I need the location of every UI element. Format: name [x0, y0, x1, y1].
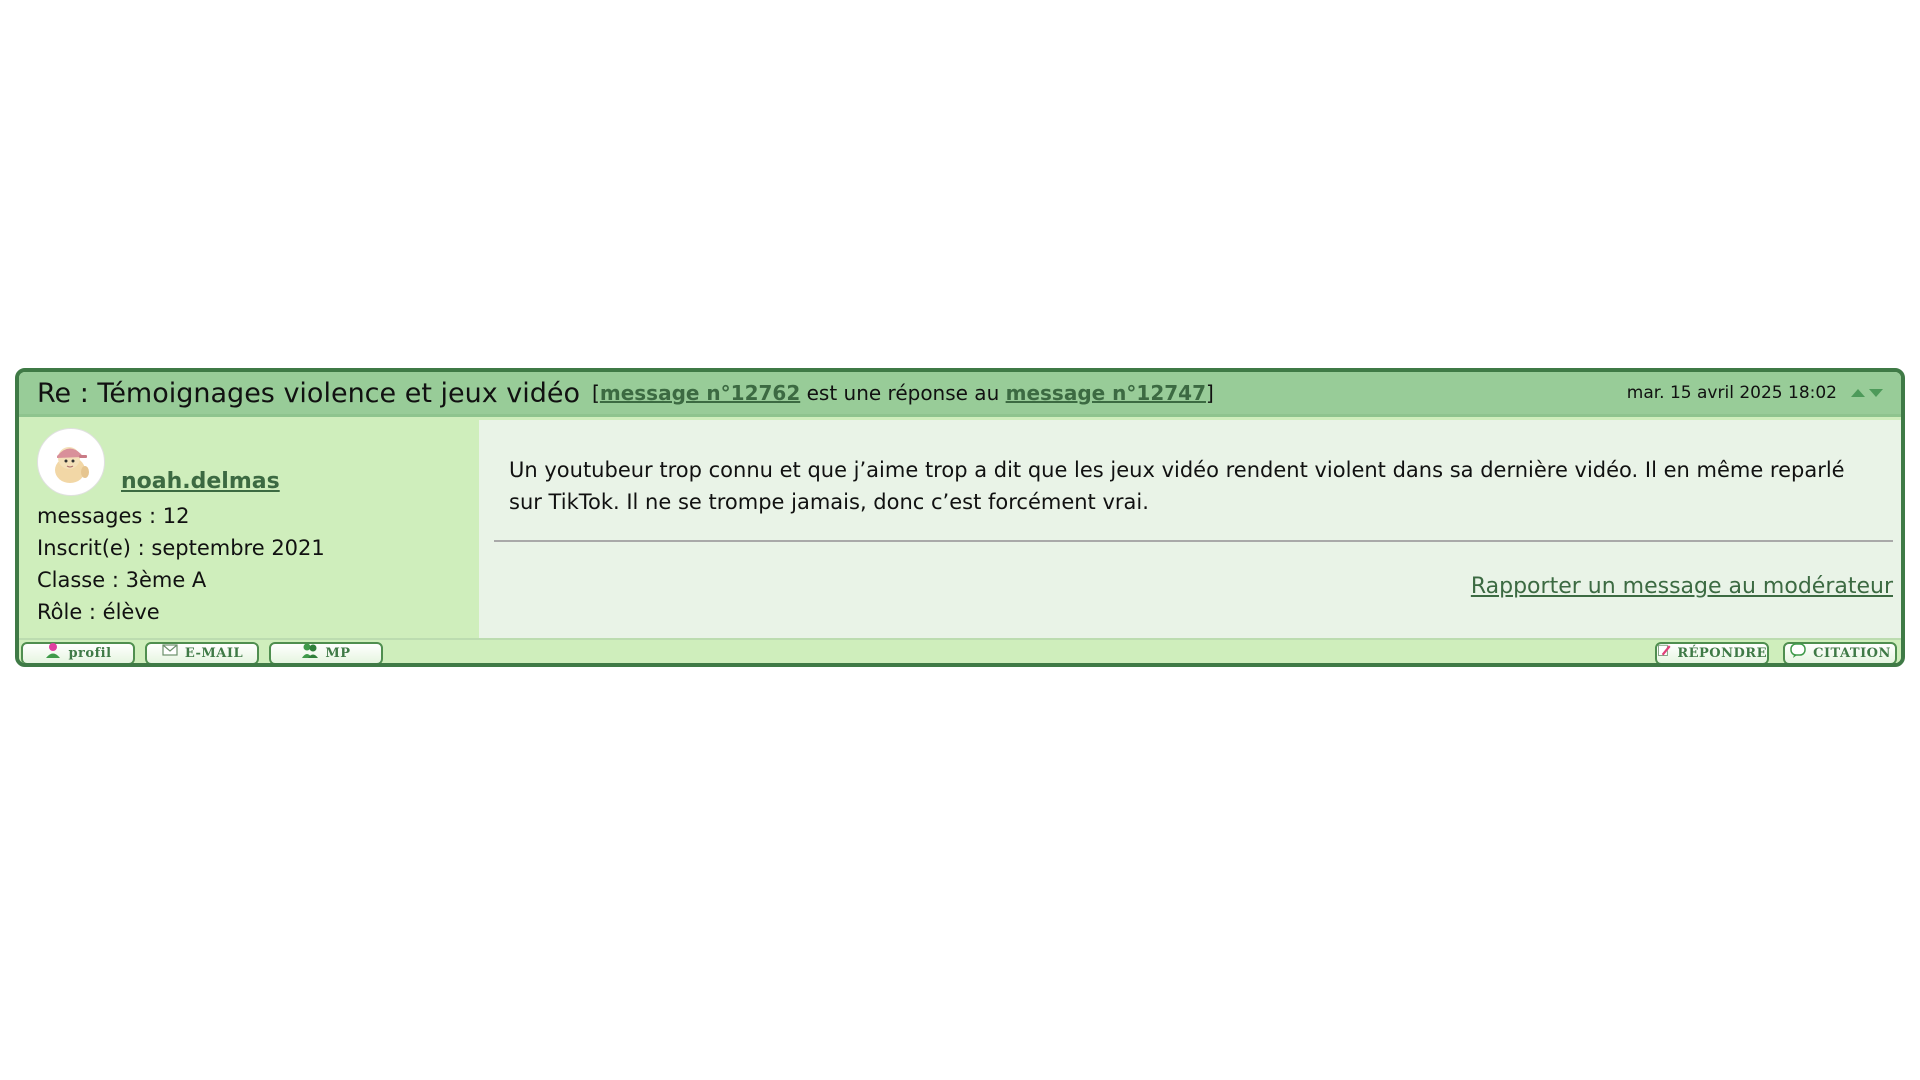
private-message-button[interactable]: MP — [269, 642, 383, 663]
ref-middle-text: est une réponse au — [800, 381, 1006, 405]
arrow-down-icon[interactable] — [1869, 389, 1883, 397]
quote-icon — [1790, 642, 1806, 658]
ref-open-bracket: [ — [592, 381, 600, 405]
profile-button-label: profil — [68, 646, 112, 661]
post-reference: [message n°12762 est une réponse au mess… — [592, 381, 1214, 405]
message-divider — [494, 540, 1893, 542]
ref-close-bracket: ] — [1205, 381, 1214, 405]
profile-icon — [46, 642, 61, 658]
report-moderator-link[interactable]: Rapporter un message au modérateur — [1471, 574, 1893, 599]
email-button[interactable]: E-MAIL — [145, 642, 259, 663]
reply-button-label: RÉPONDRE — [1677, 646, 1767, 661]
message-panel: Un youtubeur trop connu et que j’aime tr… — [479, 420, 1901, 638]
author-role: Rôle : élève — [37, 600, 160, 624]
forum-post: Re : Témoignages violence et jeux vidéo … — [15, 368, 1905, 667]
author-panel: noah.delmas messages : 12 Inscrit(e) : s… — [19, 420, 479, 638]
email-icon — [162, 643, 178, 656]
message-number-link[interactable]: message n°12762 — [600, 381, 800, 405]
reply-to-message-link[interactable]: message n°12747 — [1006, 381, 1206, 405]
post-date: mar. 15 avril 2025 18:02 — [1626, 383, 1837, 403]
post-header: Re : Témoignages violence et jeux vidéo … — [19, 372, 1901, 417]
private-message-icon — [302, 643, 319, 658]
post-footer: profil E-MAIL MP RÉPONDRE CITATION — [19, 638, 1901, 663]
quote-button-label: CITATION — [1813, 646, 1891, 661]
navigation-arrows — [1851, 389, 1883, 397]
author-message-count: messages : 12 — [37, 504, 190, 528]
avatar[interactable] — [37, 428, 105, 496]
message-body: Un youtubeur trop connu et que j’aime tr… — [509, 458, 1845, 514]
reply-pen-icon — [1658, 644, 1671, 656]
author-registered: Inscrit(e) : septembre 2021 — [37, 536, 325, 560]
private-message-button-label: MP — [325, 646, 351, 661]
post-title: Re : Témoignages violence et jeux vidéo — [37, 377, 581, 409]
reply-button[interactable]: RÉPONDRE — [1655, 642, 1769, 663]
author-name-link[interactable]: noah.delmas — [121, 469, 280, 494]
avatar-character-icon — [55, 447, 89, 483]
arrow-up-icon[interactable] — [1851, 389, 1865, 397]
author-class: Classe : 3ème A — [37, 568, 207, 592]
profile-button[interactable]: profil — [21, 642, 135, 663]
quote-button[interactable]: CITATION — [1783, 642, 1897, 663]
email-button-label: E-MAIL — [184, 646, 244, 661]
